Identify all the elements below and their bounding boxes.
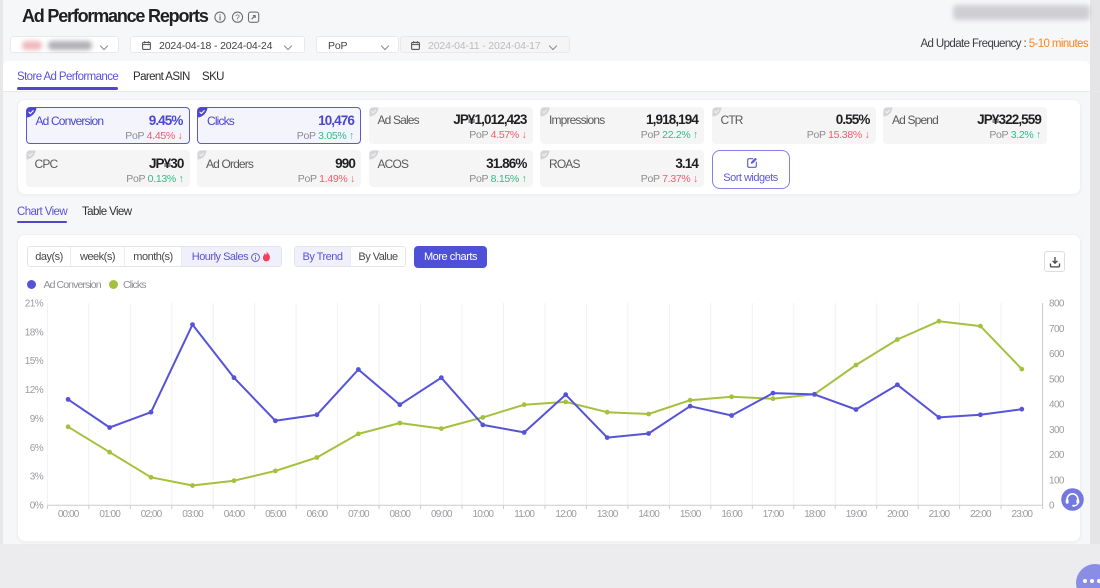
svg-text:02:00: 02:00: [141, 509, 163, 520]
svg-text:9%: 9%: [30, 414, 44, 425]
svg-text:18%: 18%: [25, 327, 44, 338]
svg-text:500: 500: [1049, 374, 1065, 385]
svg-text:21:00: 21:00: [929, 509, 951, 520]
svg-text:0: 0: [1049, 501, 1055, 512]
svg-text:14:00: 14:00: [638, 509, 660, 520]
svg-text:09:00: 09:00: [431, 509, 453, 520]
svg-text:10:00: 10:00: [473, 509, 495, 520]
svg-text:0%: 0%: [30, 501, 44, 512]
svg-text:6%: 6%: [30, 443, 44, 454]
svg-text:00:00: 00:00: [58, 509, 80, 520]
svg-text:?: ?: [235, 12, 240, 22]
svg-text:200: 200: [1049, 450, 1065, 461]
svg-text:100: 100: [1049, 476, 1065, 487]
svg-text:400: 400: [1049, 400, 1065, 411]
svg-text:06:00: 06:00: [307, 509, 329, 520]
svg-text:16:00: 16:00: [721, 509, 743, 520]
svg-text:22:00: 22:00: [970, 509, 992, 520]
svg-text:19:00: 19:00: [846, 509, 868, 520]
svg-text:700: 700: [1049, 324, 1065, 335]
svg-text:05:00: 05:00: [265, 509, 287, 520]
svg-text:3%: 3%: [30, 472, 44, 483]
svg-text:07:00: 07:00: [348, 509, 370, 520]
svg-text:15:00: 15:00: [680, 509, 702, 520]
svg-text:20:00: 20:00: [887, 509, 909, 520]
svg-text:03:00: 03:00: [182, 509, 204, 520]
svg-text:11:00: 11:00: [514, 509, 535, 520]
svg-text:17:00: 17:00: [763, 509, 785, 520]
svg-text:08:00: 08:00: [390, 509, 412, 520]
svg-text:01:00: 01:00: [99, 509, 121, 520]
svg-text:04:00: 04:00: [224, 509, 246, 520]
svg-text:12:00: 12:00: [555, 509, 577, 520]
svg-text:12%: 12%: [25, 385, 44, 396]
svg-text:600: 600: [1049, 349, 1065, 360]
svg-text:300: 300: [1049, 425, 1065, 436]
svg-text:23:00: 23:00: [1012, 509, 1034, 520]
svg-text:18:00: 18:00: [804, 509, 826, 520]
svg-text:13:00: 13:00: [597, 509, 619, 520]
svg-text:800: 800: [1049, 299, 1065, 310]
svg-text:21%: 21%: [25, 299, 44, 310]
svg-text:15%: 15%: [25, 356, 44, 367]
